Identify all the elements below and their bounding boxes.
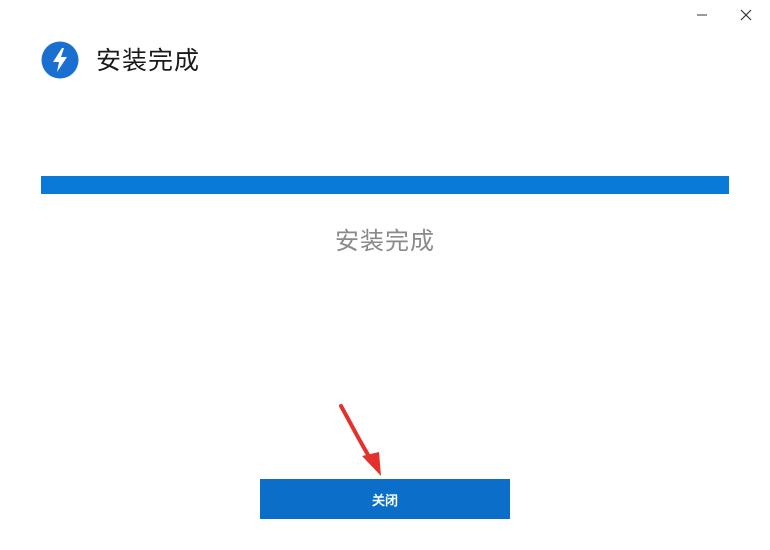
minimize-button[interactable] — [688, 4, 716, 26]
page-title: 安装完成 — [96, 46, 201, 75]
close-window-button[interactable] — [732, 4, 760, 26]
minimize-icon — [697, 14, 707, 16]
installer-window: 安装完成 安装完成 关闭 — [0, 0, 770, 550]
red-pointer-arrow-icon — [339, 404, 381, 476]
status-text: 安装完成 — [335, 227, 435, 255]
progress-bar — [41, 176, 729, 194]
progress-fill — [41, 176, 729, 194]
close-icon — [740, 9, 752, 21]
lightning-bolt-icon — [41, 41, 79, 79]
close-button[interactable]: 关闭 — [260, 479, 510, 519]
